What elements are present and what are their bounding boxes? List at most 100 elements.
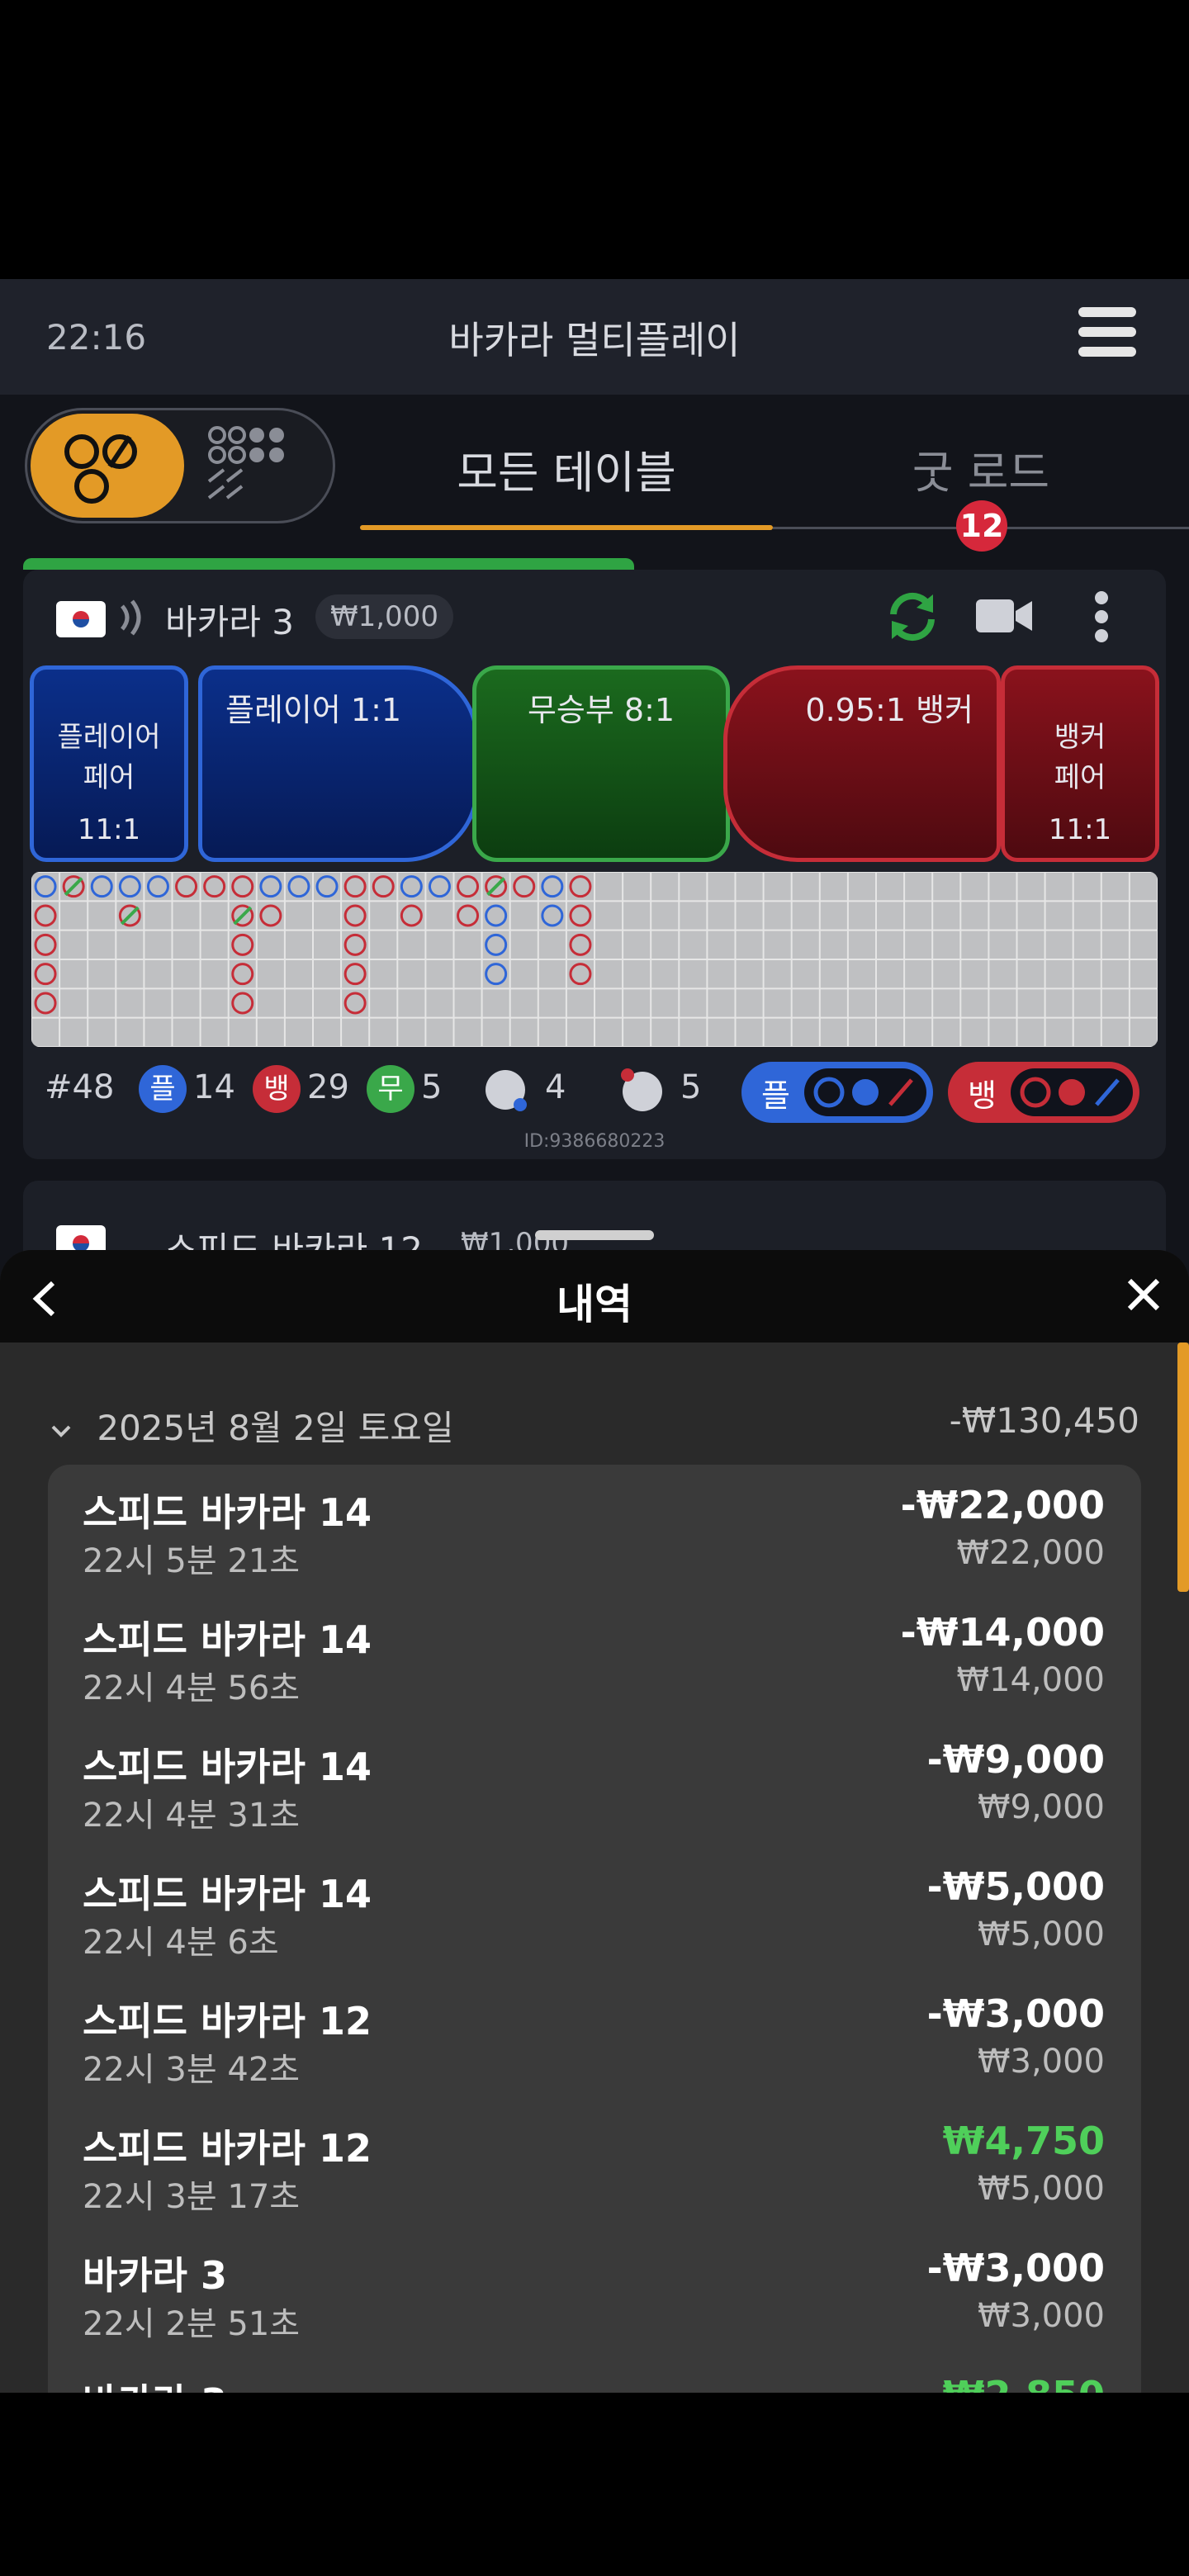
history-item-table: 스피드 바카라 14: [83, 1872, 372, 1916]
history-item-time: 22시 4분 6초: [83, 1924, 279, 1962]
road-tie-slash: [486, 877, 506, 897]
history-item-time: 22시 4분 31초: [83, 1797, 301, 1835]
history-title: 내역: [557, 1281, 632, 1328]
refresh-icon[interactable]: [885, 590, 940, 647]
history-item-table: 스피드 바카라 14: [83, 1745, 372, 1789]
bead-road-svg: [31, 872, 1158, 1047]
history-item[interactable]: 스피드 바카라 14 22시 4분 31초 -₩9,000 ₩9,000: [48, 1719, 1141, 1846]
view-toggle[interactable]: [25, 408, 335, 523]
road-bead-B: [259, 904, 282, 927]
banker-bet-label: 0.95:1 뱅커: [805, 692, 973, 728]
history-item-table: 스피드 바카라 12: [83, 2126, 372, 2171]
road-bead-B: [343, 933, 367, 956]
road-bead-P: [90, 875, 113, 898]
road-bead-P: [485, 904, 508, 927]
player-bet-label: 플레이어 1:1: [225, 692, 402, 728]
road-bead-P: [118, 875, 141, 898]
tab-good-road[interactable]: 굿 로드: [773, 436, 1189, 501]
history-item[interactable]: 바카라 3 22시 2분 51초 -₩3,000 ₩3,000: [48, 2228, 1141, 2355]
road-bead-P: [34, 875, 57, 898]
banker-stat-icon: 뱅: [253, 1065, 301, 1113]
player-pair-bet[interactable]: 플레이어 페어 11:1: [30, 665, 188, 862]
road-bead-P: [400, 875, 423, 898]
tie-bet[interactable]: 무승부 8:1: [472, 665, 730, 862]
history-item-table: 바카라 3: [83, 2373, 227, 2393]
more-options-icon[interactable]: [1093, 590, 1110, 647]
history-item-amount: -₩5,000: [926, 1864, 1105, 1909]
player-win-count: 14: [193, 1068, 235, 1106]
player-predict-road: [804, 1068, 926, 1116]
close-icon[interactable]: [1125, 1275, 1163, 1324]
road-bead-B: [343, 875, 367, 898]
live-audio-icon: [117, 599, 150, 639]
history-item-time: 22시 5분 21초: [83, 1542, 301, 1580]
player-predict-label: 플: [761, 1077, 790, 1114]
road-bead-B: [372, 875, 395, 898]
road-bead-P: [541, 875, 564, 898]
banker-pair-stat-icon: [616, 1065, 666, 1118]
road-bead-P: [287, 875, 310, 898]
round-number: #48: [45, 1068, 115, 1106]
banker-predict-button[interactable]: 뱅: [948, 1062, 1139, 1123]
banker-predict-road: [1011, 1068, 1133, 1116]
table-progress-bar: [23, 558, 634, 570]
player-bet[interactable]: 플레이어 1:1: [198, 665, 479, 862]
player-pair-label-2: 페어: [83, 761, 135, 794]
history-item-amount: -₩3,000: [926, 2246, 1105, 2290]
road-bead-B: [569, 904, 592, 927]
history-item-amount: -₩14,000: [900, 1610, 1105, 1655]
road-view-icon[interactable]: [31, 414, 184, 518]
menu-icon[interactable]: [1078, 307, 1136, 360]
history-item-table: 스피드 바카라 14: [83, 1617, 372, 1662]
history-item-time: 22시 3분 42초: [83, 2051, 301, 2089]
date-group-header[interactable]: 2025년 8월 2일 토요일 -₩130,450: [50, 1400, 1139, 1451]
history-item-amount: ₩4,750: [942, 2119, 1105, 2163]
chevron-down-icon: [50, 1408, 76, 1448]
tab-all-tables[interactable]: 모든 테이블: [360, 436, 773, 501]
history-item-table: 스피드 바카라 12: [83, 1999, 372, 2043]
history-item[interactable]: 스피드 바카라 14 22시 4분 6초 -₩5,000 ₩5,000: [48, 1846, 1141, 1973]
banker-pair-bet[interactable]: 뱅커 페어 11:1: [1001, 665, 1159, 862]
road-bead-B: [203, 875, 226, 898]
history-item[interactable]: 바카라 3 ₩2,850: [48, 2355, 1141, 2393]
road-bead-B: [569, 933, 592, 956]
history-item[interactable]: 스피드 바카라 12 22시 3분 42초 -₩3,000 ₩3,000: [48, 1973, 1141, 2100]
history-item-amount: ₩2,850: [943, 2373, 1105, 2393]
road-bead-B: [231, 992, 254, 1015]
history-item-stake: ₩9,000: [977, 1788, 1105, 1826]
player-predict-button[interactable]: 플: [741, 1062, 933, 1123]
player-stat-icon: 플: [139, 1065, 187, 1113]
table-id: ID:9386680223: [523, 1131, 666, 1152]
banker-pair-label-2: 페어: [1054, 761, 1106, 794]
video-camera-icon[interactable]: [974, 594, 1034, 641]
road-bead-B: [513, 875, 536, 898]
history-header: 내역: [0, 1250, 1189, 1342]
history-scrollbar[interactable]: [1177, 1342, 1189, 1592]
road-bead-B: [34, 904, 57, 927]
history-item[interactable]: 스피드 바카라 14 22시 4분 56초 -₩14,000 ₩14,000: [48, 1592, 1141, 1719]
sheet-drag-handle[interactable]: [535, 1230, 654, 1240]
history-item-time: 22시 2분 51초: [83, 2305, 301, 2343]
banker-pair-count: 5: [680, 1068, 702, 1106]
history-item-table: 바카라 3: [83, 2253, 227, 2298]
player-pair-odds: 11:1: [77, 813, 141, 846]
history-item[interactable]: 스피드 바카라 14 22시 5분 21초 -₩22,000 ₩22,000: [48, 1465, 1141, 1592]
road-bead-B: [343, 992, 367, 1015]
road-bead-B: [34, 992, 57, 1015]
history-item[interactable]: 스피드 바카라 12 22시 3분 17초 ₩4,750 ₩5,000: [48, 2100, 1141, 2228]
history-item-stake: ₩22,000: [956, 1534, 1105, 1572]
baccarat-table-card[interactable]: 바카라 3 ₩1,000 플레이어 페어 11:1 플레이어 1:1 무승부 8…: [23, 570, 1166, 1159]
good-road-count-badge: 12: [956, 500, 1007, 552]
history-item-amount: -₩9,000: [926, 1737, 1105, 1782]
history-list: 스피드 바카라 14 22시 5분 21초 -₩22,000 ₩22,000 스피드 바…: [48, 1465, 1141, 2393]
player-pair-stat-icon: [484, 1068, 530, 1118]
banker-bet[interactable]: 0.95:1 뱅커: [723, 665, 1001, 862]
bead-road-grid[interactable]: [31, 872, 1158, 1047]
banker-win-count: 29: [307, 1068, 349, 1106]
player-pair-count: 4: [545, 1068, 566, 1106]
road-bead-B: [34, 963, 57, 986]
road-bead-B: [457, 875, 480, 898]
grid-view-icon[interactable]: [202, 424, 301, 513]
korea-flag-icon: [56, 601, 106, 637]
history-item-time: 22시 3분 17초: [83, 2178, 301, 2216]
